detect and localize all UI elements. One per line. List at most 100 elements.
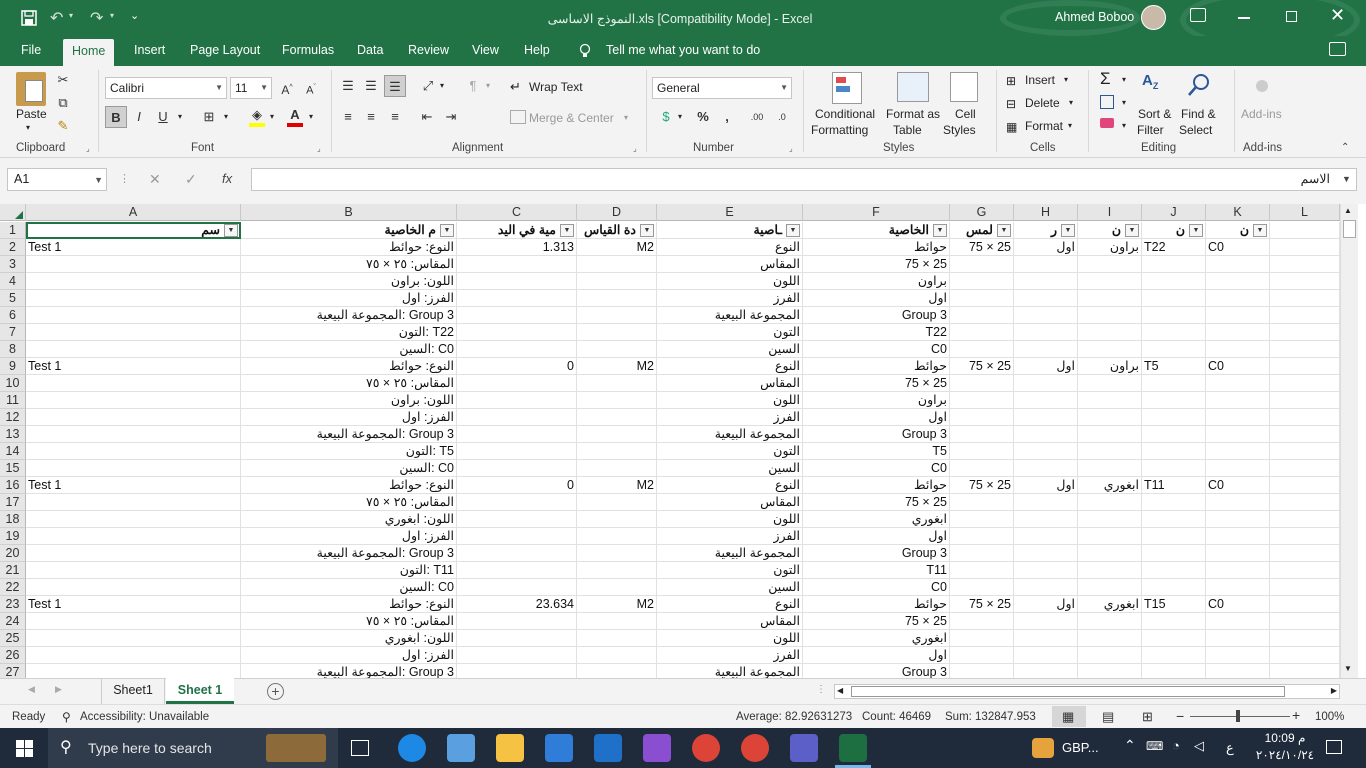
font-color-icon[interactable]: A [284, 106, 306, 128]
next-sheet-icon[interactable]: ▶ [55, 684, 62, 695]
scroll-up-icon[interactable]: ▲ [1344, 206, 1352, 215]
cell-a[interactable] [26, 256, 241, 273]
teams-icon[interactable] [790, 734, 818, 762]
cell-h[interactable] [1014, 511, 1078, 528]
cell-d[interactable] [577, 630, 657, 647]
cell-f[interactable]: ابغوري [803, 630, 950, 647]
row-header[interactable]: 11 [0, 392, 26, 409]
cell-l[interactable] [1270, 375, 1340, 392]
cut-icon[interactable]: ✂ [52, 69, 74, 91]
cell-g[interactable]: 75 × 25 [950, 596, 1014, 613]
cell-j[interactable] [1142, 392, 1206, 409]
cell-b[interactable]: التون: T22 [241, 324, 457, 341]
cell-a[interactable] [26, 341, 241, 358]
sort-filter-button[interactable]: Sort & [1138, 107, 1171, 121]
cell-e[interactable]: النوع [657, 477, 803, 494]
cell-j[interactable] [1142, 545, 1206, 562]
cell-b[interactable]: الفرز: اول [241, 647, 457, 664]
tab-view[interactable]: View [472, 36, 499, 66]
row-header[interactable]: 18 [0, 511, 26, 528]
cell-a[interactable] [26, 290, 241, 307]
cell-h[interactable]: اول [1014, 239, 1078, 256]
cell-i[interactable] [1078, 460, 1142, 477]
cell-e[interactable]: المجموعة البيعية [657, 307, 803, 324]
cell-a[interactable] [26, 528, 241, 545]
row-header[interactable]: 10 [0, 375, 26, 392]
cell-e[interactable]: الفرز [657, 647, 803, 664]
cell-i[interactable] [1078, 409, 1142, 426]
edge-icon[interactable] [398, 734, 426, 762]
volume-icon[interactable]: ◁ [1194, 738, 1204, 754]
cell-k[interactable] [1206, 630, 1270, 647]
cell-e[interactable]: النوع [657, 239, 803, 256]
cell-a[interactable]: Test 1 [26, 596, 241, 613]
zoom-slider[interactable] [1190, 716, 1290, 717]
format-as-table-label[interactable]: Table [893, 123, 922, 137]
cell-c[interactable] [457, 613, 577, 630]
cell-b[interactable]: المجموعة البيعية: Group 3 [241, 307, 457, 324]
cell-i[interactable] [1078, 545, 1142, 562]
column-header-a[interactable]: A [26, 204, 241, 221]
ribbon-display-icon[interactable] [1190, 8, 1206, 22]
cell-a[interactable] [26, 647, 241, 664]
cell-j[interactable] [1142, 409, 1206, 426]
row-header[interactable]: 1 [0, 222, 26, 239]
cell-l[interactable] [1270, 511, 1340, 528]
cell-d[interactable] [577, 341, 657, 358]
cell-i[interactable]: ابغوري [1078, 477, 1142, 494]
cell-e[interactable]: السين [657, 341, 803, 358]
cell-b[interactable]: المقاس: ٢٥ × ٧٥ [241, 375, 457, 392]
cell-h[interactable] [1014, 273, 1078, 290]
input-language[interactable]: ع [1226, 740, 1234, 756]
cell-l[interactable] [1270, 358, 1340, 375]
filter-dropdown-icon[interactable]: ▼ [1125, 224, 1139, 237]
font-color-dropdown-icon[interactable]: ▾ [309, 112, 313, 121]
windows-start-icon[interactable] [16, 740, 33, 757]
cell-l[interactable] [1270, 477, 1340, 494]
cell-h[interactable] [1014, 256, 1078, 273]
top-align-icon[interactable]: ☰ [337, 75, 359, 97]
cell-i[interactable] [1078, 664, 1142, 678]
row-header[interactable]: 21 [0, 562, 26, 579]
store-icon[interactable] [545, 734, 573, 762]
cell-j[interactable] [1142, 562, 1206, 579]
row-header[interactable]: 3 [0, 256, 26, 273]
cell-l[interactable] [1270, 630, 1340, 647]
cell-l[interactable] [1270, 256, 1340, 273]
cell-h[interactable] [1014, 664, 1078, 678]
row-header[interactable]: 25 [0, 630, 26, 647]
cell-f[interactable]: Group 3 [803, 664, 950, 678]
scroll-left-icon[interactable]: ◀ [837, 686, 843, 695]
cell-d[interactable] [577, 562, 657, 579]
cell-l[interactable] [1270, 664, 1340, 678]
filter-dropdown-icon[interactable]: ▼ [1253, 224, 1267, 237]
cell-a[interactable] [26, 443, 241, 460]
cell-c[interactable]: 1.313 [457, 239, 577, 256]
cell-c[interactable] [457, 647, 577, 664]
cell-h[interactable] [1014, 443, 1078, 460]
increase-decimal-icon[interactable]: .00 [746, 106, 768, 128]
cell-k[interactable] [1206, 647, 1270, 664]
orientation-icon[interactable]: ⤢ [417, 75, 439, 97]
column-header-l[interactable]: L [1270, 204, 1340, 221]
cell-c[interactable] [457, 290, 577, 307]
cell-c[interactable] [457, 545, 577, 562]
cell-k[interactable] [1206, 375, 1270, 392]
header-cell-c[interactable]: مية في اليد [457, 222, 577, 239]
cell-c[interactable] [457, 324, 577, 341]
format-painter-icon[interactable]: ✎ [52, 115, 74, 137]
cell-l[interactable] [1270, 545, 1340, 562]
cell-f[interactable]: Group 3 [803, 426, 950, 443]
column-header-k[interactable]: K [1206, 204, 1270, 221]
filter-dropdown-icon[interactable]: ▼ [224, 224, 238, 237]
row-header[interactable]: 26 [0, 647, 26, 664]
cell-d[interactable] [577, 409, 657, 426]
cell-e[interactable]: المقاس [657, 256, 803, 273]
cell-b[interactable]: المجموعة البيعية: Group 3 [241, 426, 457, 443]
header-cell-f[interactable]: الخاصية [803, 222, 950, 239]
cell-h[interactable] [1014, 545, 1078, 562]
cell-i[interactable] [1078, 392, 1142, 409]
cell-a[interactable] [26, 375, 241, 392]
column-header-f[interactable]: F [803, 204, 950, 221]
cell-j[interactable] [1142, 511, 1206, 528]
